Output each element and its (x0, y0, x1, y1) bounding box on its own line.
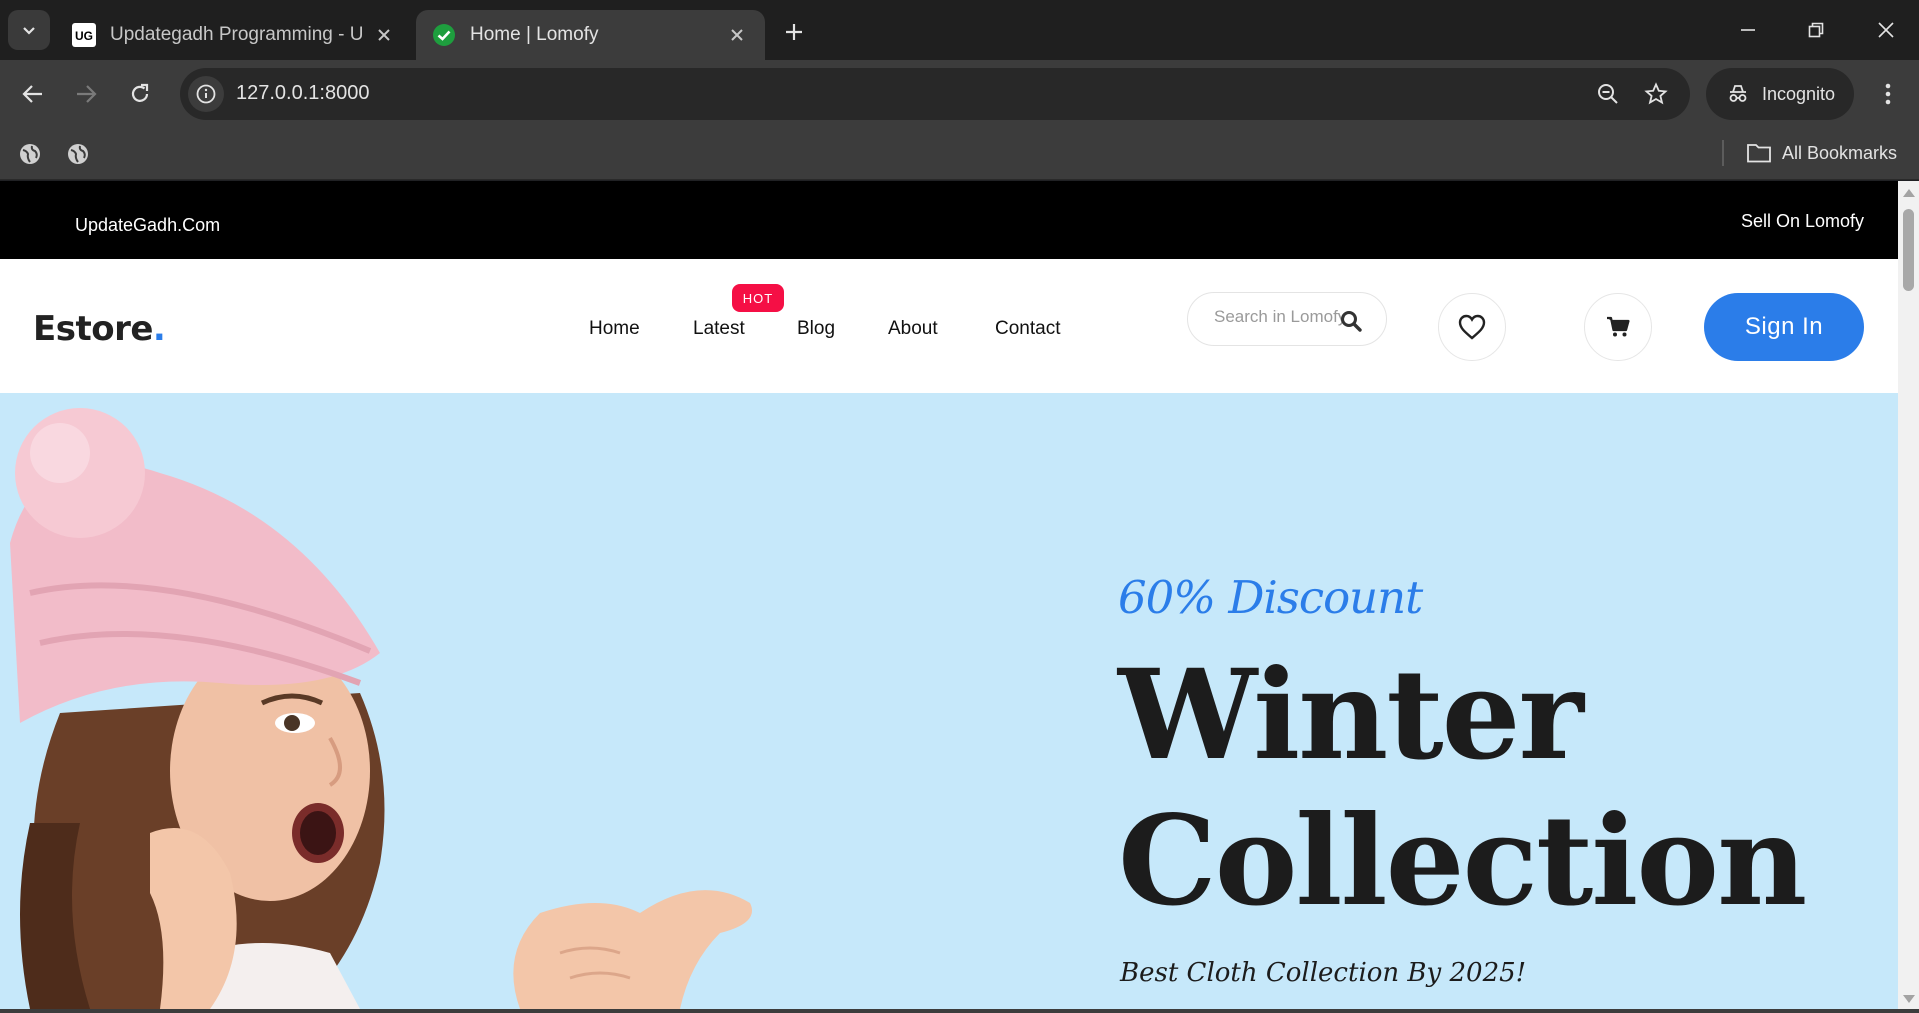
hero-subtitle: Best Cloth Collection By 2025! (1120, 958, 1527, 988)
site-info-button[interactable] (188, 76, 224, 112)
zoom-button[interactable] (1592, 78, 1624, 110)
incognito-icon (1729, 85, 1747, 102)
scroll-up-arrow[interactable] (1903, 189, 1915, 197)
page-viewport: UpdateGadh.Com Sell On Lomofy Estore. Ho… (0, 181, 1898, 1009)
sign-in-button[interactable]: Sign In (1704, 293, 1864, 361)
profile-label: Incognito (1762, 83, 1836, 104)
scroll-thumb[interactable] (1903, 209, 1914, 291)
bookmark-item[interactable] (64, 140, 92, 168)
close-icon (1878, 22, 1894, 38)
logo-text: Estore (33, 309, 153, 349)
globe-icon (20, 144, 40, 164)
browser-tab-strip: UG Updategadh Programming - Up Home | Lo… (0, 0, 1919, 60)
svg-text:UG: UG (75, 29, 93, 43)
incognito-profile-button[interactable]: Incognito (1706, 68, 1854, 120)
logo-dot: . (152, 309, 166, 349)
plus-icon (786, 24, 802, 40)
hero-title-line2: Collection (1118, 789, 1807, 934)
hero-girl-image (10, 408, 752, 1009)
page-scrollbar[interactable] (1898, 181, 1919, 1009)
close-window-button[interactable] (1861, 10, 1911, 50)
all-bookmarks-label: All Bookmarks (1782, 142, 1898, 163)
folder-icon (1747, 144, 1771, 163)
tab-search-button[interactable] (8, 10, 50, 50)
chevron-down-icon (23, 27, 35, 35)
bookmark-item[interactable] (16, 140, 44, 168)
tab-lomofy[interactable]: Home | Lomofy (416, 10, 765, 60)
bookmarks-divider (1722, 140, 1724, 166)
bookmarks-bar: All Bookmarks (0, 128, 1919, 180)
browser-toolbar: 127.0.0.1:8000 Incognito (0, 60, 1919, 128)
site-header: Estore. Home Latest HOT Blog About Conta… (0, 259, 1898, 393)
url-text[interactable]: 127.0.0.1:8000 (236, 82, 369, 105)
bookmark-star-button[interactable] (1640, 78, 1672, 110)
tab-updategadh[interactable]: UG Updategadh Programming - Up (56, 10, 412, 60)
all-bookmarks-button[interactable]: All Bookmarks (1746, 138, 1897, 168)
arrow-left-icon (22, 85, 42, 103)
hero-title: Winter Collection (1118, 643, 1807, 935)
search-box (1187, 292, 1387, 346)
reload-icon (131, 83, 149, 102)
hero-title-line1: Winter (1118, 643, 1584, 788)
tab-title: Updategadh Programming - Up (110, 24, 362, 45)
window-bottom-edge (0, 1009, 1919, 1013)
reload-button[interactable] (120, 74, 160, 114)
info-icon (196, 84, 216, 104)
star-icon (1644, 82, 1668, 105)
hero-discount: 60% Discount (1118, 571, 1423, 624)
tab-title: Home | Lomofy (470, 24, 599, 45)
shopping-cart-icon (1607, 316, 1630, 337)
globe-icon (68, 144, 88, 164)
address-bar[interactable]: 127.0.0.1:8000 (180, 68, 1690, 120)
nav-latest[interactable]: Latest (693, 318, 745, 340)
kebab-menu-icon (1885, 83, 1891, 105)
check-circle-icon (432, 23, 456, 47)
site-logo[interactable]: Estore. (33, 309, 166, 349)
hot-badge: HOT (732, 284, 784, 312)
minimize-icon (1741, 29, 1755, 31)
new-tab-button[interactable] (776, 14, 812, 50)
scroll-down-arrow[interactable] (1903, 995, 1915, 1003)
updategadh-favicon-icon: UG (72, 23, 96, 47)
close-tab-icon[interactable] (372, 23, 396, 47)
minimize-button[interactable] (1723, 10, 1773, 50)
nav-about[interactable]: About (888, 318, 938, 340)
top-announcement-bar: UpdateGadh.Com Sell On Lomofy (0, 181, 1898, 259)
close-tab-icon[interactable] (725, 23, 749, 47)
cart-button[interactable] (1584, 293, 1652, 361)
topbar-brand-link[interactable]: UpdateGadh.Com (75, 215, 220, 236)
search-icon[interactable] (1338, 308, 1364, 334)
heart-icon (1458, 314, 1486, 340)
nav-contact[interactable]: Contact (995, 318, 1060, 340)
sell-on-lomofy-link[interactable]: Sell On Lomofy (1741, 211, 1864, 232)
forward-button[interactable] (66, 74, 106, 114)
wishlist-button[interactable] (1438, 293, 1506, 361)
hero-banner: 60% Discount Winter Collection Best Clot… (0, 393, 1898, 1009)
nav-blog[interactable]: Blog (797, 318, 835, 340)
zoom-out-icon (1598, 84, 1618, 104)
back-button[interactable] (13, 74, 53, 114)
nav-home[interactable]: Home (589, 318, 640, 340)
restore-button[interactable] (1791, 10, 1841, 50)
browser-menu-button[interactable] (1870, 74, 1906, 114)
restore-icon (1808, 22, 1824, 38)
arrow-right-icon (77, 85, 97, 103)
